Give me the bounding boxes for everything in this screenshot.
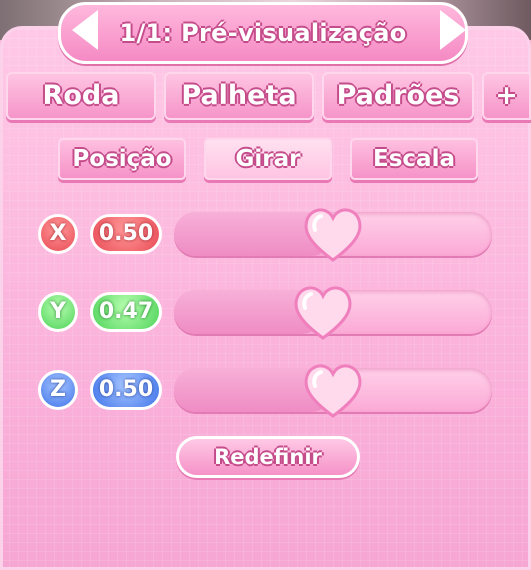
arrow-right-icon[interactable]: [440, 10, 466, 50]
axis-y-value: 0.47: [90, 292, 162, 332]
heart-handle-icon[interactable]: [291, 280, 355, 344]
heart-handle-icon[interactable]: [301, 358, 365, 422]
axis-x-badge: X: [38, 214, 78, 254]
axis-y-badge: Y: [38, 292, 78, 332]
tab-add[interactable]: +: [482, 72, 531, 120]
tab-palheta[interactable]: Palheta: [164, 72, 314, 120]
axis-z-value: 0.50: [90, 370, 162, 410]
axis-x-value: 0.50: [90, 214, 162, 254]
subtab-girar[interactable]: Girar: [204, 138, 332, 180]
slider-z[interactable]: [174, 364, 492, 418]
slider-x[interactable]: [174, 208, 492, 262]
page-title: 1/1: Pré-visualização: [119, 19, 407, 47]
title-banner: 1/1: Pré-visualização: [58, 2, 468, 64]
heart-handle-icon[interactable]: [301, 202, 365, 266]
slider-y[interactable]: [174, 286, 492, 340]
reset-button[interactable]: Redefinir: [176, 436, 360, 478]
subtab-escala[interactable]: Escala: [350, 138, 478, 180]
tab-padroes[interactable]: Padrões: [322, 72, 474, 120]
axis-z-badge: Z: [38, 370, 78, 410]
arrow-left-icon[interactable]: [72, 10, 98, 50]
subtab-posicao[interactable]: Posição: [58, 138, 186, 180]
tab-roda[interactable]: Roda: [6, 72, 156, 120]
